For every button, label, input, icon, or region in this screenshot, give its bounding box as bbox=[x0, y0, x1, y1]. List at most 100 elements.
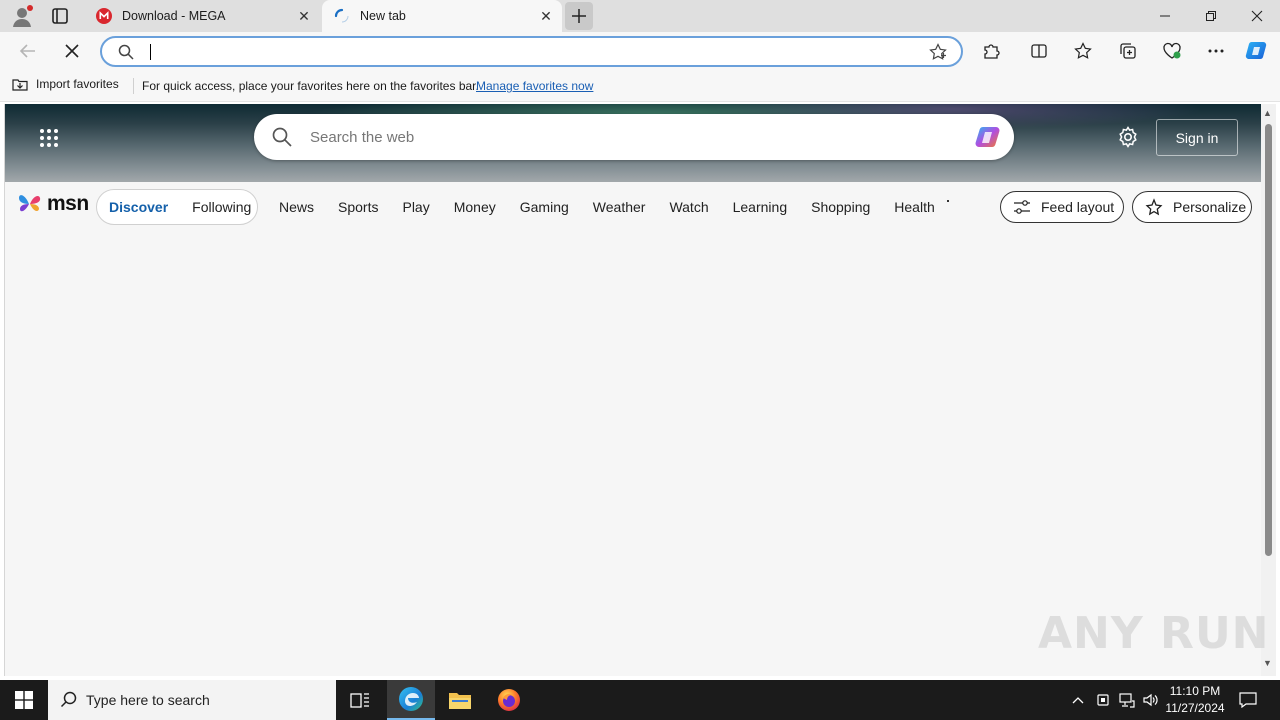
windows-logo-icon bbox=[15, 691, 33, 709]
category-nav: News Sports Play Money Gaming Weather Wa… bbox=[279, 199, 959, 215]
personalize-label: Personalize bbox=[1173, 199, 1247, 215]
collections-button[interactable] bbox=[1116, 39, 1140, 63]
tab-title: Download - MEGA bbox=[122, 9, 226, 23]
split-screen-icon bbox=[1031, 44, 1047, 58]
sign-in-button[interactable]: Sign in bbox=[1156, 119, 1238, 156]
close-tab-icon[interactable]: ✕ bbox=[536, 6, 556, 26]
settings-more-button[interactable] bbox=[1204, 39, 1228, 63]
start-button[interactable] bbox=[0, 680, 48, 720]
nav-learning[interactable]: Learning bbox=[733, 199, 788, 215]
back-arrow-icon bbox=[19, 44, 35, 58]
taskbar-firefox[interactable] bbox=[485, 680, 533, 720]
nav-weather[interactable]: Weather bbox=[593, 199, 646, 215]
extensions-button[interactable] bbox=[979, 39, 1003, 63]
minimize-button[interactable] bbox=[1142, 0, 1188, 32]
notification-icon bbox=[1239, 692, 1257, 708]
tab-following[interactable]: Following bbox=[192, 199, 251, 215]
close-tab-icon[interactable]: ✕ bbox=[294, 6, 314, 26]
web-search-box[interactable]: Search the web bbox=[254, 114, 1014, 160]
close-window-button[interactable] bbox=[1234, 0, 1280, 32]
network-icon[interactable] bbox=[1116, 680, 1138, 720]
notifications-button[interactable] bbox=[1234, 680, 1262, 720]
show-hidden-icons-button[interactable] bbox=[1066, 680, 1090, 720]
restore-icon bbox=[1206, 11, 1216, 21]
personalize-button[interactable]: Personalize bbox=[1132, 191, 1252, 223]
task-view-icon bbox=[350, 693, 369, 708]
nav-news[interactable]: News bbox=[279, 199, 314, 215]
favorites-button[interactable] bbox=[1071, 39, 1095, 63]
msn-butterfly-icon bbox=[19, 195, 41, 212]
folder-icon bbox=[449, 693, 471, 709]
tab-discover[interactable]: Discover bbox=[109, 199, 168, 215]
divider bbox=[133, 78, 134, 94]
nav-sports[interactable]: Sports bbox=[338, 199, 378, 215]
scrollbar-thumb[interactable] bbox=[1265, 124, 1272, 556]
favorite-star-icon[interactable] bbox=[929, 43, 947, 64]
collections-icon bbox=[1120, 43, 1136, 59]
tab-mega[interactable]: Download - MEGA ✕ bbox=[84, 0, 320, 32]
split-screen-button[interactable] bbox=[1027, 39, 1051, 63]
heart-pulse-icon bbox=[1163, 42, 1181, 59]
import-favorites-label: Import favorites bbox=[36, 77, 119, 91]
nav-overflow-mark bbox=[947, 200, 949, 202]
tab-new-tab[interactable]: New tab ✕ bbox=[322, 0, 562, 32]
restore-button[interactable] bbox=[1188, 0, 1234, 32]
profile-icon[interactable] bbox=[10, 4, 34, 28]
copilot-button[interactable] bbox=[1245, 39, 1269, 63]
feed-layout-label: Feed layout bbox=[1041, 199, 1115, 215]
taskbar-file-explorer[interactable] bbox=[436, 680, 484, 720]
scroll-down-arrow-icon[interactable]: ▼ bbox=[1263, 658, 1272, 668]
chevron-up-icon bbox=[1072, 697, 1084, 704]
address-bar[interactable] bbox=[100, 36, 963, 67]
manage-favorites-link[interactable]: Manage favorites now bbox=[476, 79, 593, 93]
search-icon bbox=[60, 691, 77, 708]
tab-strip: Download - MEGA ✕ New tab ✕ bbox=[0, 0, 1280, 32]
hero-banner: Search the web Sign in bbox=[5, 104, 1262, 182]
sparkle-star-icon bbox=[1145, 198, 1163, 216]
close-icon bbox=[65, 44, 79, 58]
taskbar-search-placeholder: Type here to search bbox=[86, 692, 210, 708]
volume-icon[interactable] bbox=[1140, 680, 1162, 720]
browser-essentials-button[interactable] bbox=[1160, 39, 1184, 63]
puzzle-icon bbox=[984, 44, 1000, 59]
nav-shopping[interactable]: Shopping bbox=[811, 199, 870, 215]
taskbar-edge[interactable] bbox=[387, 680, 435, 720]
nav-play[interactable]: Play bbox=[402, 199, 429, 215]
feed-layout-button[interactable]: Feed layout bbox=[1000, 191, 1124, 223]
back-button[interactable] bbox=[16, 39, 40, 63]
task-view-button[interactable] bbox=[336, 680, 384, 720]
tray-device-icon[interactable] bbox=[1092, 680, 1114, 720]
system-clock[interactable]: 11:10 PM 11/27/2024 bbox=[1160, 683, 1230, 717]
settings-gear-icon[interactable] bbox=[1117, 126, 1139, 148]
msn-page: Search the web Sign in msn Discover Foll… bbox=[4, 104, 1262, 676]
firefox-icon bbox=[498, 689, 520, 711]
taskbar-search-box[interactable]: Type here to search bbox=[48, 680, 336, 720]
loading-icon bbox=[334, 8, 350, 24]
copilot-icon[interactable] bbox=[974, 123, 1004, 153]
nav-health[interactable]: Health bbox=[894, 199, 934, 215]
search-icon bbox=[272, 127, 292, 150]
scroll-up-arrow-icon[interactable]: ▲ bbox=[1263, 108, 1272, 118]
msn-nav-row: msn Discover Following News Sports Play … bbox=[5, 182, 1262, 232]
tab-title: New tab bbox=[360, 9, 406, 23]
stop-loading-button[interactable] bbox=[60, 39, 84, 63]
new-tab-button[interactable] bbox=[565, 2, 593, 30]
msn-logo[interactable]: msn bbox=[17, 192, 89, 216]
nav-money[interactable]: Money bbox=[454, 199, 496, 215]
browser-toolbar bbox=[0, 32, 1280, 70]
text-caret bbox=[150, 44, 151, 60]
nav-watch[interactable]: Watch bbox=[669, 199, 708, 215]
clock-date: 11/27/2024 bbox=[1165, 701, 1225, 715]
apps-grid-icon[interactable] bbox=[39, 128, 59, 148]
nav-gaming[interactable]: Gaming bbox=[520, 199, 569, 215]
feed-tabs: Discover Following bbox=[96, 189, 258, 225]
edge-browser-icon bbox=[399, 687, 423, 711]
mega-icon bbox=[96, 8, 112, 24]
import-favorites-button[interactable]: Import favorites bbox=[12, 77, 119, 91]
tab-actions-icon[interactable] bbox=[48, 5, 72, 27]
close-icon bbox=[1251, 10, 1263, 22]
favorites-star-icon bbox=[1074, 42, 1092, 59]
copilot-icon bbox=[1245, 41, 1267, 60]
favorites-bar: Import favorites For quick access, place… bbox=[0, 70, 1280, 102]
page-scrollbar[interactable]: ▲ ▼ bbox=[1261, 104, 1276, 676]
